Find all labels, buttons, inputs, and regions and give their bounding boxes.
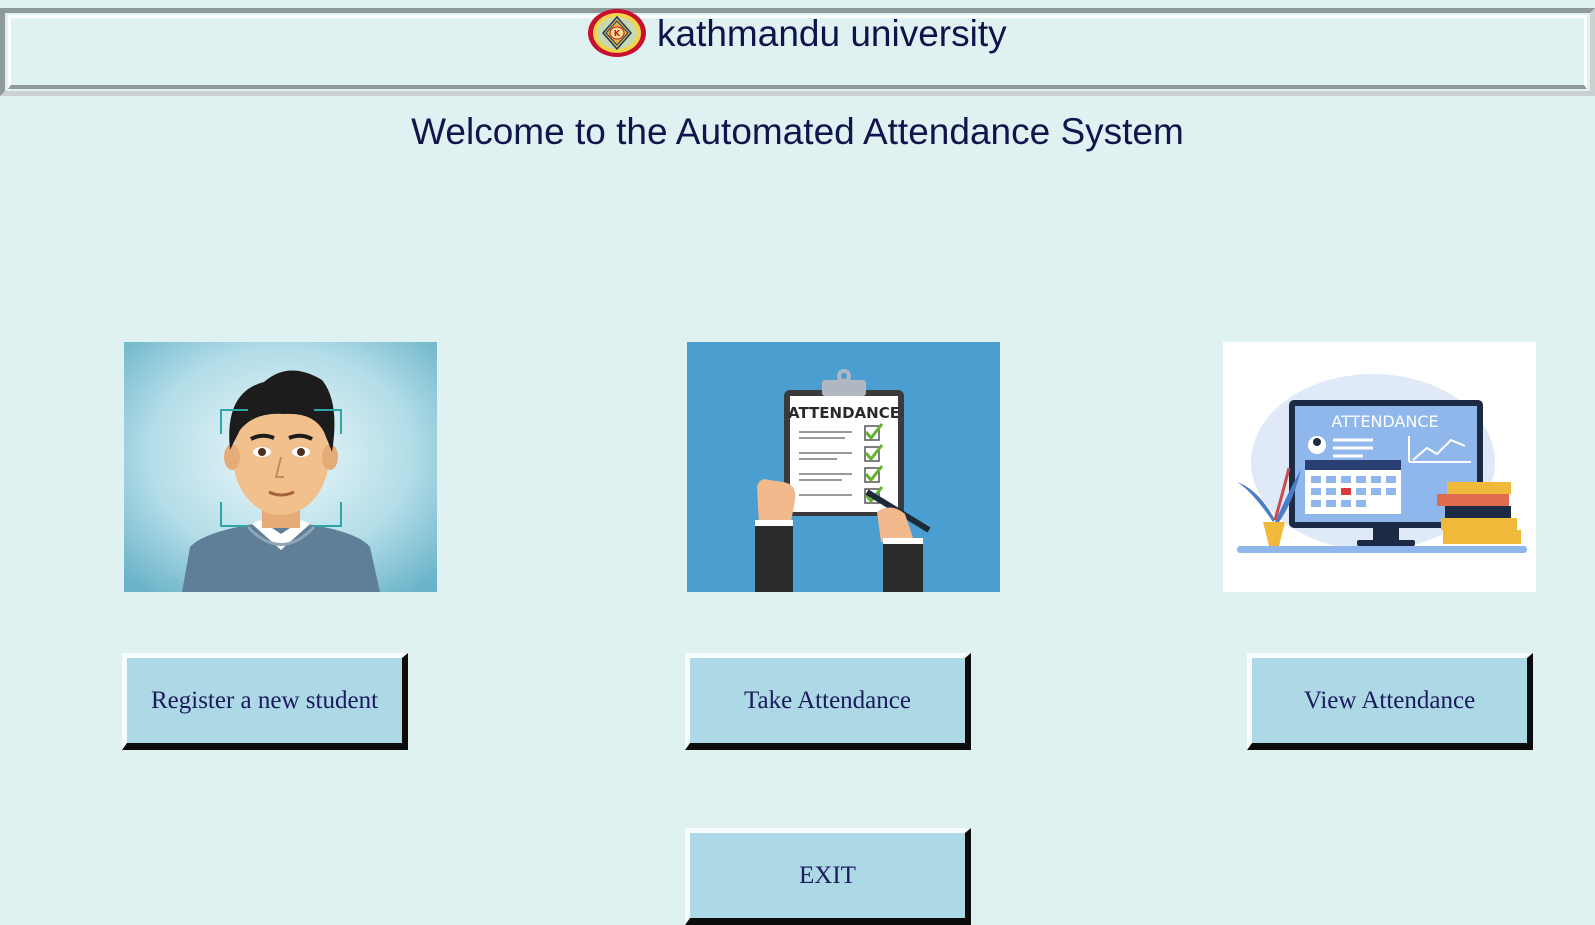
take-attendance-image: ATTENDANCE	[687, 342, 1000, 592]
view-attendance-button[interactable]: View Attendance	[1247, 653, 1533, 750]
view-attendance-label: View Attendance	[1303, 687, 1476, 714]
register-student-button[interactable]: Register a new student	[122, 653, 408, 750]
university-seal-icon: K	[588, 9, 646, 57]
exit-button[interactable]: EXIT	[685, 828, 971, 925]
register-student-image	[124, 342, 437, 592]
face-recognition-icon	[124, 342, 437, 592]
page-title: Welcome to the Automated Attendance Syst…	[411, 111, 1184, 152]
exit-label: EXIT	[799, 861, 856, 889]
take-attendance-button[interactable]: Take Attendance	[685, 653, 971, 750]
register-student-label: Register a new student	[150, 687, 379, 714]
svg-text:K: K	[614, 29, 621, 38]
attendance-monitor-icon: ATTENDANCE	[1223, 342, 1536, 592]
monitor-heading-text: ATTENDANCE	[1331, 412, 1438, 431]
clipboard-heading-text: ATTENDANCE	[788, 404, 900, 422]
view-attendance-image: ATTENDANCE	[1223, 342, 1536, 592]
university-name: kathmandu university	[657, 13, 1007, 54]
take-attendance-label: Take Attendance	[744, 687, 911, 714]
attendance-clipboard-icon: ATTENDANCE	[687, 342, 1000, 592]
